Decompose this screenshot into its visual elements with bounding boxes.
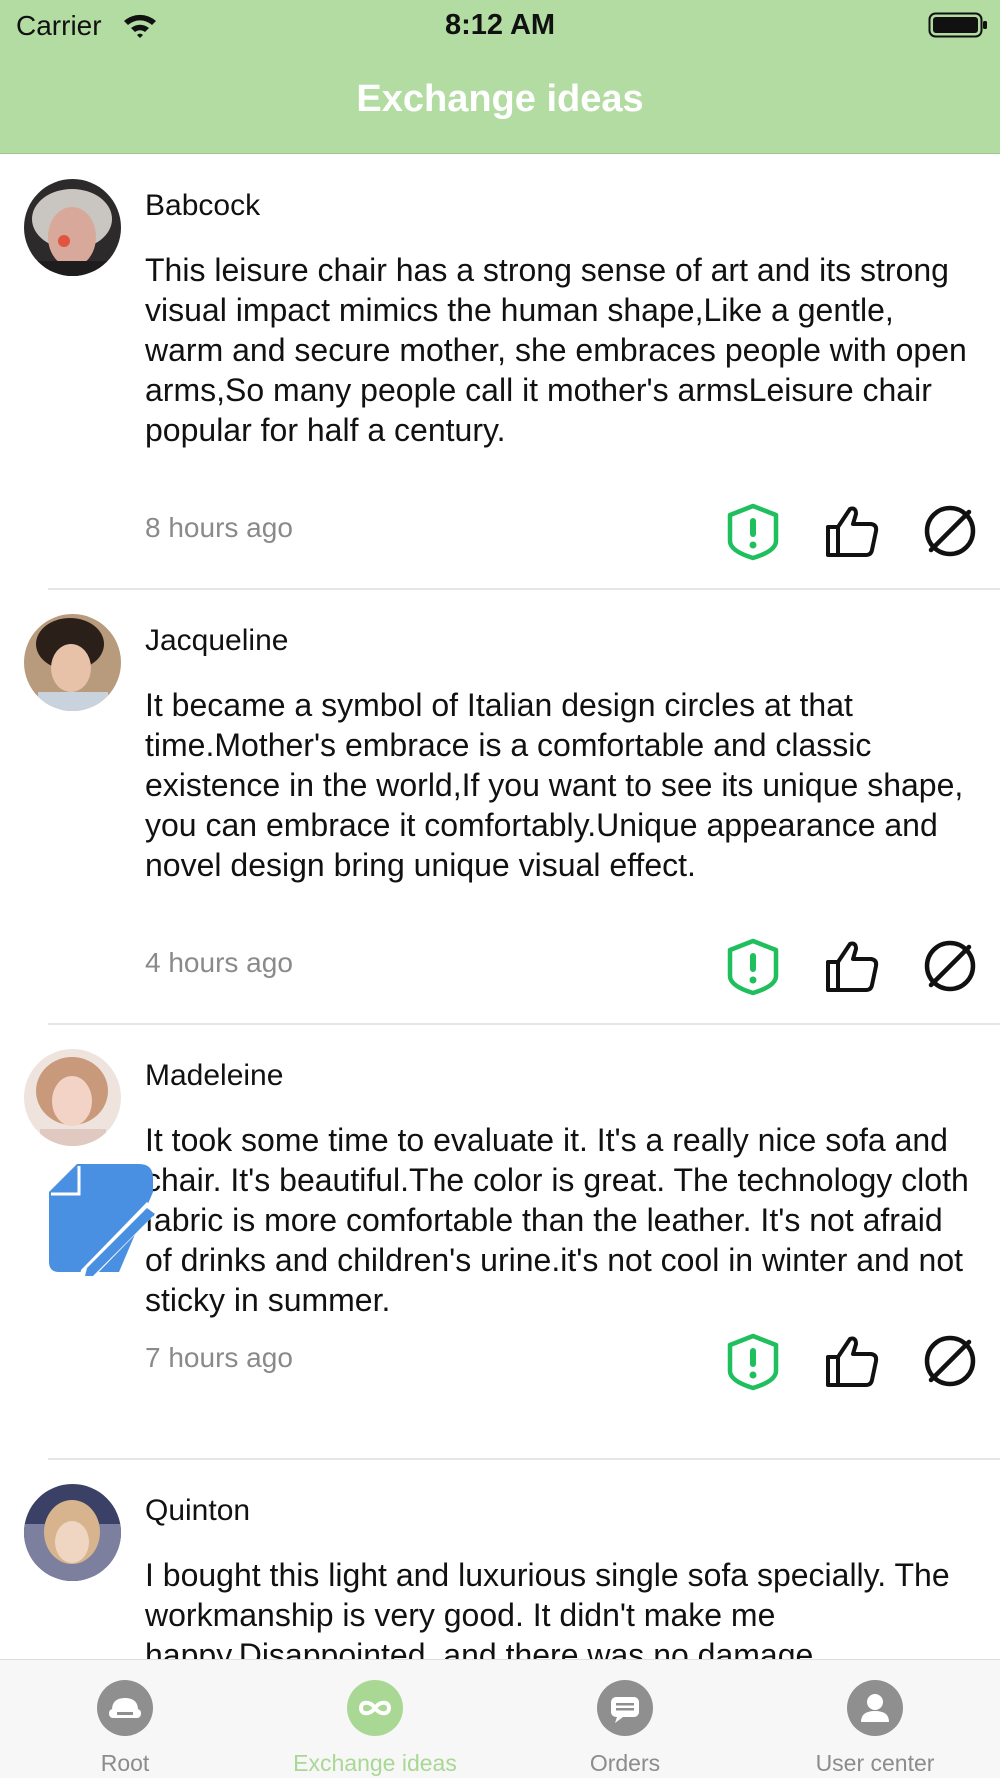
report-button[interactable]	[723, 936, 783, 996]
divider	[48, 1023, 1000, 1025]
thumbs-up-icon	[826, 1336, 879, 1387]
block-button[interactable]	[920, 936, 980, 996]
block-icon	[924, 1335, 976, 1387]
person-icon	[847, 1680, 903, 1736]
comment-text: It took some time to evaluate it. It's a…	[145, 1122, 969, 1318]
like-button[interactable]	[822, 1331, 882, 1391]
message-icon	[597, 1680, 653, 1736]
timestamp: 4 hours ago	[145, 947, 293, 978]
comment-text: I bought this light and luxurious single…	[145, 1557, 950, 1659]
sofa-icon	[97, 1680, 153, 1736]
report-button[interactable]	[723, 501, 783, 561]
avatar[interactable]	[24, 614, 121, 711]
tab-user-center[interactable]: User center	[750, 1660, 1000, 1778]
compose-button[interactable]	[47, 1162, 159, 1282]
status-time: 8:12 AM	[444, 9, 556, 41]
like-button[interactable]	[822, 501, 882, 561]
block-button[interactable]	[920, 501, 980, 561]
tab-root[interactable]: Root	[0, 1660, 250, 1778]
like-button[interactable]	[822, 936, 882, 996]
tab-exchange-ideas[interactable]: Exchange ideas	[250, 1660, 500, 1778]
thumbs-up-icon	[826, 941, 879, 992]
page-title: Exchange ideas	[356, 78, 644, 120]
status-bar: Carrier 8:12 AM	[0, 0, 1000, 50]
block-icon	[924, 505, 976, 557]
divider	[48, 1458, 1000, 1460]
block-icon	[924, 940, 976, 992]
shield-alert-icon	[727, 938, 779, 996]
username: Madeleine	[145, 1059, 284, 1092]
username: Jacqueline	[145, 624, 289, 657]
timestamp: 8 hours ago	[145, 512, 293, 543]
avatar[interactable]	[24, 1484, 121, 1581]
avatar[interactable]	[24, 179, 121, 276]
tab-bar: Root Exchange ideas Orders User center	[0, 1659, 1000, 1778]
block-button[interactable]	[920, 1331, 980, 1391]
thumbs-up-icon	[826, 506, 879, 557]
username: Babcock	[145, 189, 261, 222]
comment-feed[interactable]: Babcock This leisure chair has a strong …	[0, 155, 1000, 1659]
comment-text: This leisure chair has a strong sense of…	[145, 252, 967, 448]
infinity-icon	[347, 1680, 403, 1736]
tab-label: Exchange ideas	[293, 1750, 457, 1776]
shield-alert-icon	[727, 1333, 779, 1391]
navigation-header: Carrier 8:12 AM Exchange ideas	[0, 0, 1000, 154]
tab-orders[interactable]: Orders	[500, 1660, 750, 1778]
comment-text: It became a symbol of Italian design cir…	[145, 687, 964, 883]
tab-label: Root	[100, 1750, 150, 1776]
tab-label: Orders	[589, 1750, 661, 1776]
avatar[interactable]	[24, 1049, 121, 1146]
divider	[48, 588, 1000, 590]
battery-icon	[928, 11, 988, 39]
tab-label: User center	[815, 1750, 935, 1776]
timestamp: 7 hours ago	[145, 1342, 293, 1373]
compose-icon	[49, 1164, 159, 1282]
shield-alert-icon	[727, 503, 779, 561]
username: Quinton	[145, 1494, 251, 1527]
report-button[interactable]	[723, 1331, 783, 1391]
